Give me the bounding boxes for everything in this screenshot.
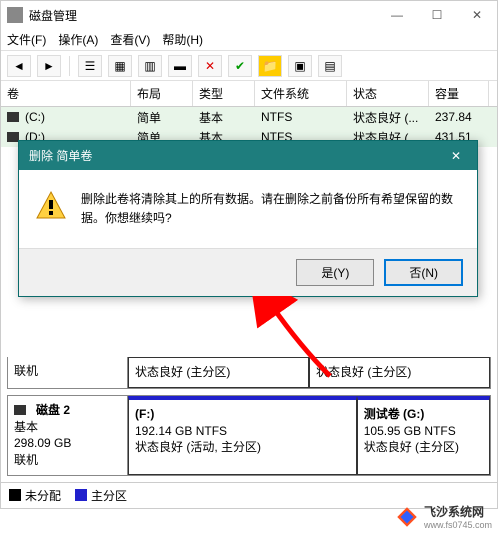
disk-info: 联机	[8, 357, 128, 388]
grid-icon[interactable]: ▦	[108, 55, 132, 77]
legend-unalloc: 未分配	[25, 487, 61, 504]
close-button[interactable]: ✕	[457, 1, 497, 29]
part-size: 105.95 GB NTFS	[364, 423, 483, 440]
detail-icon[interactable]: ▥	[138, 55, 162, 77]
cell-status: 状态良好 (...	[347, 107, 429, 128]
disk-name: 磁盘 2	[36, 402, 70, 419]
disk-online: 联机	[14, 452, 121, 469]
cell-vol: (C:)	[25, 110, 45, 124]
cell-cap: 237.84	[429, 108, 489, 126]
volume-icon	[7, 112, 19, 122]
cell-type: 基本	[193, 107, 255, 128]
delete-icon[interactable]: ✕	[198, 55, 222, 77]
partition[interactable]: 状态良好 (主分区)	[309, 357, 490, 388]
th-cap[interactable]: 容量	[429, 81, 489, 106]
watermark-logo	[394, 504, 420, 530]
legend-unalloc-swatch	[9, 489, 21, 501]
th-status[interactable]: 状态	[347, 81, 429, 106]
th-volume[interactable]: 卷	[1, 81, 131, 106]
disk-online: 联机	[14, 363, 121, 380]
dialog-close-button[interactable]: ✕	[445, 149, 467, 163]
info-icon[interactable]: ▤	[318, 55, 342, 77]
th-fs[interactable]: 文件系统	[255, 81, 347, 106]
th-type[interactable]: 类型	[193, 81, 255, 106]
watermark: 飞沙系统网 www.fs0745.com	[394, 503, 492, 530]
partition-f[interactable]: (F:) 192.14 GB NTFS 状态良好 (活动, 主分区)	[128, 396, 357, 475]
menu-file[interactable]: 文件(F)	[7, 31, 46, 48]
table-row[interactable]: (C:) 简单 基本 NTFS 状态良好 (... 237.84	[1, 107, 497, 127]
disk-info: 磁盘 2 基本 298.09 GB 联机	[8, 396, 128, 475]
refresh-icon[interactable]: ✔	[228, 55, 252, 77]
legend-primary-swatch	[75, 489, 87, 501]
partition[interactable]: 状态良好 (主分区)	[128, 357, 309, 388]
yes-button[interactable]: 是(Y)	[296, 259, 374, 286]
dialog-message: 删除此卷将清除其上的所有数据。请在删除之前备份所有希望保留的数据。你想继续吗?	[81, 190, 461, 228]
list-icon[interactable]: ☰	[78, 55, 102, 77]
watermark-url: www.fs0745.com	[424, 520, 492, 530]
part-size: 192.14 GB NTFS	[135, 423, 350, 440]
folder-icon[interactable]: 📁	[258, 55, 282, 77]
disk-icon	[14, 405, 26, 415]
window-title: 磁盘管理	[29, 7, 377, 24]
minimize-button[interactable]: —	[377, 1, 417, 29]
action-icon[interactable]: ▣	[288, 55, 312, 77]
cell-layout: 简单	[131, 107, 193, 128]
menu-action[interactable]: 操作(A)	[58, 31, 98, 48]
disk-icon[interactable]: ▬	[168, 55, 192, 77]
app-icon	[7, 7, 23, 23]
dialog-title: 删除 简单卷	[29, 147, 445, 164]
no-button[interactable]: 否(N)	[384, 259, 463, 286]
maximize-button[interactable]: ☐	[417, 1, 457, 29]
part-status: 状态良好 (主分区)	[364, 439, 483, 456]
menu-view[interactable]: 查看(V)	[110, 31, 150, 48]
confirm-dialog: 删除 简单卷 ✕ 删除此卷将清除其上的所有数据。请在删除之前备份所有希望保留的数…	[18, 140, 478, 297]
menu-help[interactable]: 帮助(H)	[162, 31, 203, 48]
cell-fs: NTFS	[255, 108, 347, 126]
separator	[69, 56, 70, 76]
legend-primary: 主分区	[91, 487, 127, 504]
disk-size: 298.09 GB	[14, 435, 121, 452]
watermark-text: 飞沙系统网	[424, 503, 492, 520]
part-label: (F:)	[135, 407, 154, 421]
part-label: 测试卷 (G:)	[364, 407, 425, 421]
table-header: 卷 布局 类型 文件系统 状态 容量	[1, 81, 497, 107]
forward-button[interactable]: ►	[37, 55, 61, 77]
part-status: 状态良好 (活动, 主分区)	[135, 439, 350, 456]
th-layout[interactable]: 布局	[131, 81, 193, 106]
disk-type: 基本	[14, 419, 121, 436]
warning-icon	[35, 190, 67, 222]
back-button[interactable]: ◄	[7, 55, 31, 77]
partition-g[interactable]: 测试卷 (G:) 105.95 GB NTFS 状态良好 (主分区)	[357, 396, 490, 475]
